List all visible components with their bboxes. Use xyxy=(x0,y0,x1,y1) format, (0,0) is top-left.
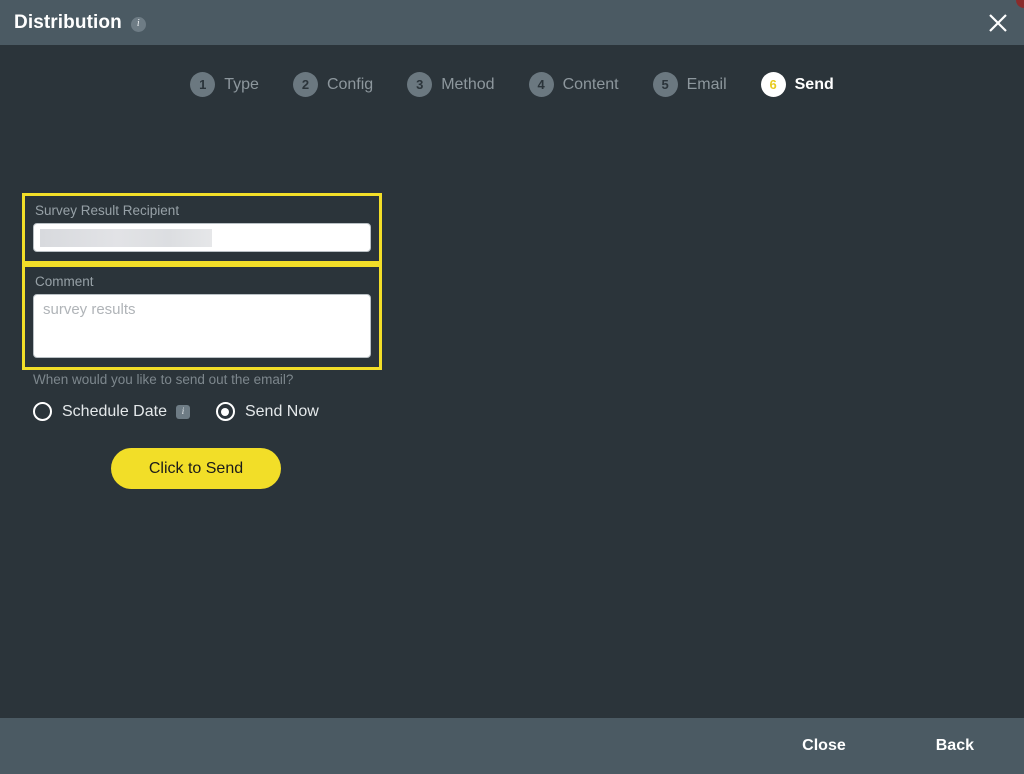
step-number: 6 xyxy=(760,72,786,97)
schedule-question: When would you like to send out the emai… xyxy=(33,372,294,387)
dialog-footer: Close Back xyxy=(0,718,1024,774)
dialog-titlebar: Distribution i xyxy=(0,0,1024,45)
step-label: Type xyxy=(224,75,259,93)
step-number: 1 xyxy=(190,72,216,97)
close-icon[interactable] xyxy=(982,7,1014,39)
comment-label: Comment xyxy=(35,274,94,289)
click-to-send-button[interactable]: Click to Send xyxy=(111,448,281,489)
schedule-date-info-icon[interactable]: i xyxy=(175,404,190,419)
step-number: 3 xyxy=(407,72,433,97)
step-label: Method xyxy=(441,75,495,93)
corner-artifact xyxy=(1016,0,1024,8)
close-button[interactable]: Close xyxy=(796,733,852,759)
step-label: Content xyxy=(562,75,619,93)
step-label: Email xyxy=(686,75,727,93)
recipient-input[interactable] xyxy=(33,223,371,252)
title-info-icon[interactable]: i xyxy=(130,16,146,32)
step-send[interactable]: 6 Send xyxy=(760,72,834,97)
comment-field-group: Comment survey results xyxy=(22,264,382,370)
step-method[interactable]: 3 Method xyxy=(407,72,495,97)
distribution-dialog: Distribution i 1 Type 2 Config 3 Method xyxy=(0,0,1024,774)
step-config[interactable]: 2 Config xyxy=(292,72,374,97)
radio-label: Schedule Date xyxy=(62,402,167,420)
step-type[interactable]: 1 Type xyxy=(190,72,259,97)
radio-label: Send Now xyxy=(244,402,319,420)
radio-mark xyxy=(215,402,235,421)
back-button[interactable]: Back xyxy=(930,733,980,759)
step-label: Send xyxy=(794,75,834,93)
radio-mark xyxy=(33,402,52,421)
radio-send-now[interactable]: Send Now xyxy=(215,402,319,421)
step-indicator: 1 Type 2 Config 3 Method 4 Content 5 Ema… xyxy=(0,45,1024,97)
comment-textarea[interactable]: survey results xyxy=(33,294,371,358)
radio-schedule-date[interactable]: Schedule Date i xyxy=(33,402,190,421)
recipient-field-group: Survey Result Recipient xyxy=(22,193,382,264)
redacted-value xyxy=(40,229,212,247)
step-label: Config xyxy=(326,75,374,93)
step-number: 2 xyxy=(292,72,318,97)
step-email[interactable]: 5 Email xyxy=(652,72,727,97)
dialog-title: Distribution xyxy=(14,11,122,33)
step-content[interactable]: 4 Content xyxy=(528,72,619,97)
send-timing-options: Schedule Date i Send Now xyxy=(33,402,345,421)
recipient-label: Survey Result Recipient xyxy=(35,203,180,218)
dialog-body: 1 Type 2 Config 3 Method 4 Content 5 Ema… xyxy=(0,45,1024,718)
step-number: 5 xyxy=(652,72,678,97)
step-number: 4 xyxy=(528,72,554,97)
